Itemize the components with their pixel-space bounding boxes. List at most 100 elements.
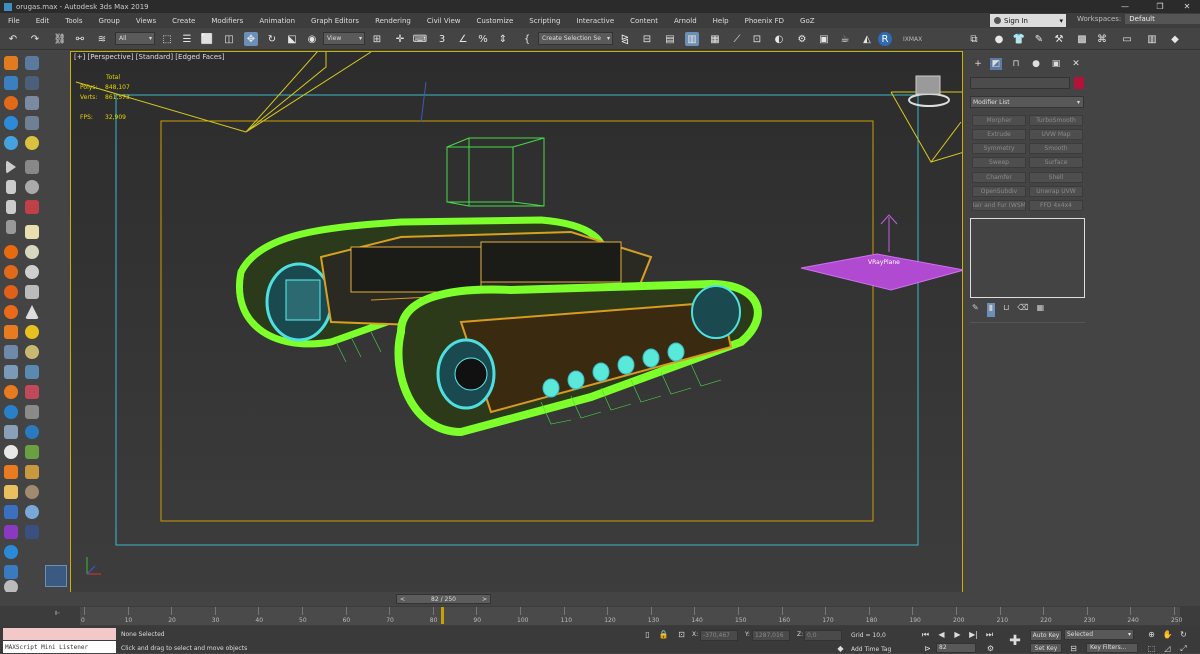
- time-slider-prev[interactable]: <: [400, 596, 405, 603]
- hierarchy-icon[interactable]: [25, 76, 39, 90]
- camera-icon[interactable]: [25, 160, 39, 174]
- menu-graph-editors[interactable]: Graph Editors: [303, 17, 367, 25]
- sun-icon[interactable]: [25, 325, 39, 339]
- undo-icon[interactable]: ↶: [6, 32, 20, 46]
- egg-icon[interactable]: [25, 245, 39, 259]
- fov-icon[interactable]: ◿: [1162, 643, 1173, 654]
- ball-icon[interactable]: [25, 265, 39, 279]
- drop-icon[interactable]: [4, 545, 18, 559]
- menu-help[interactable]: Help: [705, 17, 737, 25]
- plant-icon[interactable]: [25, 445, 39, 459]
- play-animation-icon[interactable]: ▶: [952, 629, 963, 640]
- render-production-icon[interactable]: ☕: [838, 32, 852, 46]
- unlink-icon[interactable]: ⚯: [73, 32, 87, 46]
- foam-icon[interactable]: [4, 325, 18, 339]
- menu-arnold[interactable]: Arnold: [666, 17, 705, 25]
- pivot-center-icon[interactable]: ⊞: [370, 32, 384, 46]
- menu-interactive[interactable]: Interactive: [568, 17, 622, 25]
- lamp-icon[interactable]: [4, 485, 18, 499]
- trash-icon[interactable]: [6, 220, 16, 234]
- note-icon[interactable]: [25, 225, 39, 239]
- modifier-opensubdiv-button[interactable]: OpenSubdiv: [972, 186, 1026, 197]
- record-icon[interactable]: [25, 200, 39, 214]
- utilities-tab-icon[interactable]: ✕: [1070, 58, 1082, 70]
- modifier-turbosmooth-button[interactable]: TurboSmooth: [1029, 115, 1083, 126]
- motion-tab-icon[interactable]: ●: [1030, 58, 1042, 70]
- speaker-icon[interactable]: [25, 180, 39, 194]
- magic-icon[interactable]: [4, 525, 18, 539]
- layer-explorer-icon[interactable]: ▥: [685, 32, 699, 46]
- track-ruler[interactable]: [80, 607, 1180, 625]
- current-frame-field[interactable]: 82: [936, 643, 976, 653]
- grid-tiles-icon[interactable]: [25, 365, 39, 379]
- grid-icon[interactable]: ▩: [1075, 32, 1089, 46]
- keyboard-shortcut-icon[interactable]: ⌨: [413, 32, 427, 46]
- material-editor-icon[interactable]: ◐: [772, 32, 786, 46]
- menu-civil-view[interactable]: Civil View: [419, 17, 469, 25]
- pan-icon[interactable]: ✋: [1162, 629, 1173, 640]
- modifier-symmetry-button[interactable]: Symmetry: [972, 143, 1026, 154]
- go-to-end-icon[interactable]: ⏭: [984, 629, 995, 640]
- close-icon[interactable]: ✕: [1172, 0, 1200, 13]
- perspective-viewport[interactable]: VRayPlane: [70, 51, 963, 597]
- time-slider[interactable]: < 82 / 250 >: [396, 594, 491, 604]
- menu-goz[interactable]: GoZ: [792, 17, 823, 25]
- brush-icon[interactable]: ✎: [1032, 32, 1046, 46]
- workspaces-select[interactable]: Default: [1125, 14, 1200, 24]
- menu-phoenix-fd[interactable]: Phoenix FD: [737, 17, 792, 25]
- time-slider-next[interactable]: >: [482, 596, 487, 603]
- sphere-icon[interactable]: ●: [992, 32, 1006, 46]
- viewport-layout-icon[interactable]: ⧉: [967, 32, 981, 46]
- spinner-snap-icon[interactable]: ⇕: [496, 32, 510, 46]
- pin-stack-icon[interactable]: ✎: [972, 303, 979, 317]
- select-by-name-icon[interactable]: ☰: [180, 32, 194, 46]
- cloud-icon[interactable]: [25, 56, 39, 70]
- x-coordinate-field[interactable]: -370,467: [700, 630, 738, 641]
- rendered-frame-window-icon[interactable]: ▣: [817, 32, 831, 46]
- snaps-toggle-icon[interactable]: 3: [435, 32, 449, 46]
- burn-icon[interactable]: [4, 285, 18, 299]
- y-coordinate-field[interactable]: 1287,016: [752, 630, 790, 641]
- isolate-icon[interactable]: ▯: [642, 629, 653, 640]
- viewport-label[interactable]: [+] [Perspective] [Standard] [Edged Face…: [74, 53, 225, 61]
- hierarchy-tab-icon[interactable]: ⊓: [1010, 58, 1022, 70]
- lock-icon[interactable]: 🔒: [658, 629, 669, 640]
- orbit-nav-icon[interactable]: ↻: [1178, 629, 1189, 640]
- calendar-icon[interactable]: [25, 116, 39, 130]
- zoom-extents-icon[interactable]: ⊕: [1146, 629, 1157, 640]
- fluid-icon[interactable]: [4, 305, 18, 319]
- globe-icon[interactable]: [25, 425, 39, 439]
- shapes-icon[interactable]: ◆: [1168, 32, 1182, 46]
- render-iterative-icon[interactable]: ◭: [860, 32, 874, 46]
- object-color-swatch[interactable]: [1074, 77, 1084, 89]
- ixmax-label[interactable]: IXMAX: [903, 36, 922, 43]
- maxscript-listener-label[interactable]: MAXScript Mini Listener: [3, 641, 116, 653]
- select-rotate-icon[interactable]: ↻: [265, 32, 279, 46]
- flame-icon[interactable]: [4, 265, 18, 279]
- configure-modifier-sets-icon[interactable]: ▦: [1037, 303, 1045, 317]
- align-icon[interactable]: ⊟: [640, 32, 654, 46]
- time-config-icon[interactable]: ⚙: [985, 643, 996, 654]
- schematic-view-icon[interactable]: ⊡: [750, 32, 764, 46]
- film-icon[interactable]: ▭: [1120, 32, 1134, 46]
- set-key-button[interactable]: Set Key: [1030, 643, 1062, 653]
- zoom-region-icon[interactable]: ⬚: [1146, 643, 1157, 654]
- menu-tools[interactable]: Tools: [57, 17, 90, 25]
- render-setup-icon[interactable]: ⚙: [795, 32, 809, 46]
- ladder-icon[interactable]: [25, 465, 39, 479]
- menu-group[interactable]: Group: [91, 17, 128, 25]
- ribbon-icon[interactable]: ▦: [708, 32, 722, 46]
- mirror-icon[interactable]: ⧎: [618, 32, 632, 46]
- modifier-stack[interactable]: [970, 218, 1085, 298]
- modifier-unwrap-uvw-button[interactable]: Unwrap UVW: [1029, 186, 1083, 197]
- menu-animation[interactable]: Animation: [251, 17, 303, 25]
- modifier-uvw-map-button[interactable]: UVW Map: [1029, 129, 1083, 140]
- modifier-extrude-button[interactable]: Extrude: [972, 129, 1026, 140]
- monitor-icon[interactable]: [4, 565, 18, 579]
- modifier-chamfer-button[interactable]: Chamfer: [972, 172, 1026, 183]
- modifier-list-dropdown[interactable]: Modifier List: [970, 96, 1084, 108]
- coconut-icon[interactable]: [25, 485, 39, 499]
- display-icon[interactable]: [25, 96, 39, 110]
- sign-in-button[interactable]: Sign In ▾: [990, 14, 1066, 27]
- maxscript-listener-input[interactable]: [3, 628, 116, 640]
